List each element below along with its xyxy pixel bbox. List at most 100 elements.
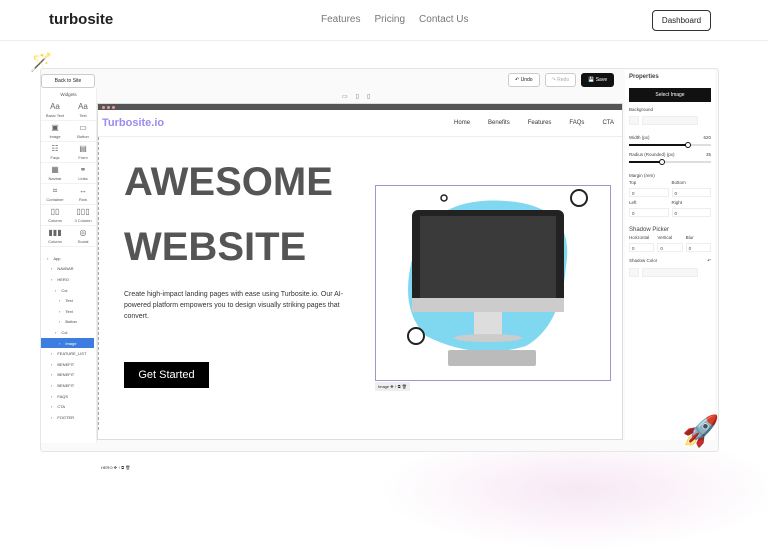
shadow-vertical-input[interactable]: 0	[657, 243, 683, 252]
expand-icon[interactable]: ›	[47, 256, 48, 261]
tree-item[interactable]: › Text	[41, 306, 96, 317]
expand-icon[interactable]: ›	[51, 394, 52, 399]
expand-icon[interactable]: ›	[51, 383, 52, 388]
tree-item[interactable]: › BENEFIT	[41, 359, 96, 370]
nav-link[interactable]: Pricing	[374, 14, 405, 25]
widget-label: Links	[78, 175, 88, 181]
site-navbar[interactable]: Turbosite.io Home Benefits Features FAQs CTA	[98, 110, 622, 137]
site-menu-item[interactable]: Features	[528, 120, 552, 126]
nav-link[interactable]: Contact Us	[419, 14, 468, 25]
expand-icon[interactable]: ›	[51, 266, 52, 271]
expand-icon[interactable]: ›	[59, 319, 60, 324]
expand-icon[interactable]: ›	[55, 288, 56, 293]
widget-item[interactable]: ▤ Form	[69, 142, 97, 163]
site-menu-item[interactable]: Home	[454, 120, 470, 126]
margin-left-input[interactable]: 0	[629, 208, 669, 217]
widgets-title: Widgets	[60, 92, 77, 97]
widget-item[interactable]: ☷ Faqs	[41, 142, 69, 163]
hero-section[interactable]: AWESOME WEBSITE Create high-impact landi…	[98, 137, 622, 470]
tree-item[interactable]: › Col	[41, 327, 96, 338]
expand-icon[interactable]: ›	[51, 362, 52, 367]
redo-button[interactable]: ↷ Redo	[544, 73, 577, 87]
shadow-horizontal-input[interactable]: 0	[629, 243, 655, 252]
tablet-view-icon[interactable]: ▯	[356, 93, 359, 100]
background-swatch[interactable]	[629, 116, 639, 125]
margin-right-input[interactable]: 0	[671, 208, 711, 217]
undo-button[interactable]: ↶ Undo	[508, 73, 540, 87]
widget-label: Column	[48, 217, 62, 223]
tree-item[interactable]: › App	[41, 253, 96, 264]
get-started-button[interactable]: Get Started	[124, 362, 209, 388]
canvas[interactable]: Turbosite.io Home Benefits Features FAQs CTA…	[97, 103, 623, 470]
expand-icon[interactable]: ›	[51, 415, 52, 420]
expand-icon[interactable]: ›	[55, 330, 56, 335]
widget-item[interactable]: ↔ Row	[69, 184, 97, 205]
back-to-site-button[interactable]: Back to Site	[41, 74, 95, 88]
radius-slider[interactable]	[629, 158, 711, 165]
tree-item[interactable]: › Text	[41, 295, 96, 306]
hero-image[interactable]	[375, 185, 611, 381]
tree-item[interactable]: › Col	[41, 285, 96, 296]
reset-icon[interactable]: ↶	[707, 258, 711, 264]
vertical-label: Vertical	[657, 235, 673, 240]
widget-item[interactable]: ▯▯ Column	[41, 205, 69, 226]
shadow-color-swatch[interactable]	[629, 268, 639, 277]
shadow-blur-input[interactable]: 0	[685, 243, 711, 252]
site-menu-item[interactable]: Benefits	[488, 120, 510, 126]
expand-icon[interactable]: ›	[59, 309, 60, 314]
width-slider[interactable]	[629, 141, 711, 148]
mobile-view-icon[interactable]: ▯	[367, 93, 370, 100]
widget-icon: ▯▯	[50, 206, 60, 216]
shadow-color-label: Shadow Color	[629, 258, 658, 263]
hero-paragraph[interactable]: Create high-impact landing pages with ea…	[124, 289, 354, 322]
expand-icon[interactable]: ›	[51, 351, 52, 356]
save-button[interactable]: 💾 Save	[581, 73, 615, 87]
widget-item[interactable]: ▣ Image	[41, 121, 69, 142]
tree-item[interactable]: › BENEFIT	[41, 370, 96, 381]
tree-item[interactable]: › CTA	[41, 401, 96, 412]
site-menu-item[interactable]: FAQs	[569, 120, 584, 126]
site-menu-item[interactable]: CTA	[602, 120, 614, 126]
widget-icon: ⚭	[79, 164, 87, 174]
shadow-color-input[interactable]	[642, 268, 698, 277]
tree-item[interactable]: › FAQS	[41, 391, 96, 402]
tree-item[interactable]: › FEATURE_LIST	[41, 348, 96, 359]
widget-item[interactable]: ◎ Social	[69, 226, 97, 247]
expand-icon[interactable]: ›	[59, 298, 60, 303]
tree-item[interactable]: › FOOTER	[41, 412, 96, 423]
expand-icon[interactable]: ›	[51, 277, 52, 282]
tree-item[interactable]: › HERO	[41, 274, 96, 285]
background-input[interactable]	[642, 116, 698, 125]
image-label: Image ✥ ↑ ⧉ 🗑	[375, 382, 410, 391]
dashboard-button[interactable]: Dashboard	[652, 10, 711, 31]
margin-top-input[interactable]: 0	[629, 188, 669, 197]
expand-icon[interactable]: ›	[59, 341, 60, 346]
tree-item[interactable]: › BENEFIT	[41, 380, 96, 391]
widget-item[interactable]: ▭ Button	[69, 121, 97, 142]
widget-item[interactable]: Aa Text	[69, 100, 97, 121]
hero-title-line1[interactable]: AWESOME	[124, 160, 333, 205]
widget-item[interactable]: ▦ Navbar	[41, 163, 69, 184]
radius-value: 35	[705, 152, 711, 157]
margin-bottom-input[interactable]: 0	[671, 188, 711, 197]
widget-icon: ▭	[79, 122, 87, 132]
tree-item-label: Text	[65, 298, 73, 304]
tree-item[interactable]: › Button	[41, 317, 96, 328]
tree-item[interactable]: › Image	[41, 337, 94, 349]
nav-link[interactable]: Features	[321, 14, 360, 25]
desktop-view-icon[interactable]: ▭	[342, 93, 348, 100]
widget-item[interactable]: ⚭ Links	[69, 163, 97, 184]
expand-icon[interactable]: ›	[51, 372, 52, 377]
expand-icon[interactable]: ›	[51, 404, 52, 409]
widget-item[interactable]: ⌗ Container	[41, 184, 69, 205]
widget-item[interactable]: Aa Basic Text	[41, 100, 69, 121]
select-image-button[interactable]: Select Image	[629, 88, 711, 102]
top-label: Top	[629, 180, 637, 185]
tree-item[interactable]: › NAVBAR	[41, 264, 96, 275]
widget-item[interactable]: ▮▮▮ Column	[41, 226, 69, 247]
hero-title-line2[interactable]: WEBSITE	[124, 225, 306, 270]
logo[interactable]: turbosite	[49, 11, 113, 28]
widget-item[interactable]: ▯▯▯ 3 Column	[69, 205, 97, 226]
properties-panel: Properties Select Image Background Width…	[625, 70, 715, 440]
tree-item-label: HERO	[57, 276, 69, 282]
